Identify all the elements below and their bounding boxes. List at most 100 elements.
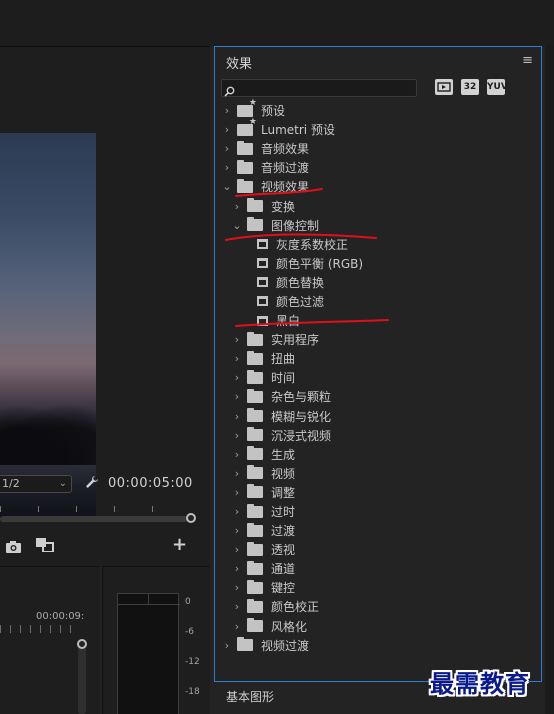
folder-icon	[247, 465, 263, 480]
folder-icon	[247, 618, 263, 633]
resolution-value: 1/2	[2, 477, 20, 490]
timeline-panel: 00:00:09:	[0, 566, 100, 714]
timeline-ruler[interactable]	[0, 625, 80, 633]
effects-tree-item[interactable]: › Lumetri 预设	[215, 117, 541, 139]
effects-panel-title[interactable]: 效果	[226, 53, 252, 72]
chevron-right-icon[interactable]: ›	[231, 352, 243, 365]
chevron-right-icon[interactable]: ›	[231, 200, 243, 213]
chevron-right-icon[interactable]: ›	[231, 543, 243, 556]
effects-tree-item[interactable]: › 键控	[215, 578, 541, 597]
effects-tree-item[interactable]: 颜色平衡 (RGB)	[215, 254, 541, 273]
panel-menu-icon[interactable]: ≡	[522, 53, 533, 68]
yuv-filter-button[interactable]: YUV	[487, 79, 508, 95]
folder-icon	[247, 408, 263, 423]
effects-tree-item[interactable]: › 预设	[215, 98, 541, 120]
effects-tree-item-label: 灰度系数校正	[276, 237, 349, 252]
effects-tree-item[interactable]: › 生成	[215, 445, 541, 464]
folder-icon	[247, 541, 263, 556]
folder-icon	[247, 598, 263, 613]
resolution-select[interactable]: 1/2 ⌄	[0, 475, 72, 493]
playhead-timecode[interactable]: 00:00:05:00	[108, 476, 193, 491]
effects-tree-item[interactable]: › 音频效果	[215, 139, 541, 158]
chevron-right-icon[interactable]: ›	[231, 390, 243, 403]
add-button-icon[interactable]: +	[172, 534, 187, 555]
chevron-down-icon[interactable]: ⌄	[221, 180, 233, 193]
effects-tree-item[interactable]: › 透视	[215, 540, 541, 559]
effects-tree-item[interactable]: › 调整	[215, 483, 541, 502]
camera-icon[interactable]	[6, 538, 21, 557]
effects-tree-item[interactable]: › 颜色校正	[215, 597, 541, 616]
monitor-controls-bar: 1/2 ⌄ 00:00:05:00	[0, 474, 210, 496]
folder-icon	[247, 388, 263, 403]
effects-tree-item-label: 颜色平衡 (RGB)	[276, 256, 364, 271]
folder-icon	[247, 217, 263, 232]
chevron-right-icon[interactable]: ›	[231, 333, 243, 346]
top-strip	[0, 0, 554, 46]
effect-icon	[257, 296, 268, 307]
chevron-right-icon[interactable]: ›	[221, 142, 233, 155]
chevron-right-icon[interactable]: ›	[231, 562, 243, 575]
effects-tree-item[interactable]: › 时间	[215, 368, 541, 387]
effects-tree-item-label: 风格化	[271, 619, 308, 634]
effects-tree-item-label: 通道	[271, 562, 296, 577]
chevron-right-icon[interactable]: ›	[231, 486, 243, 499]
effects-tree-item[interactable]: › 音频过渡	[215, 158, 541, 177]
effects-tree-item-label: Lumetri 预设	[261, 123, 335, 138]
effects-tree-item[interactable]: 灰度系数校正	[215, 235, 541, 254]
effects-tree-item[interactable]: › 视频过渡	[215, 636, 541, 655]
effects-tree-item[interactable]: › 视频	[215, 464, 541, 483]
meter-top-line	[118, 604, 180, 605]
chevron-right-icon[interactable]: ›	[231, 600, 243, 613]
chevron-right-icon[interactable]: ›	[231, 620, 243, 633]
compare-view-icon[interactable]	[36, 537, 54, 556]
effects-tree-item-label: 模糊与锐化	[271, 409, 332, 424]
effects-tree-item[interactable]: › 杂色与颗粒	[215, 387, 541, 406]
chevron-right-icon[interactable]: ›	[231, 505, 243, 518]
effects-tree-item[interactable]: › 过渡	[215, 521, 541, 540]
effects-tree-item-label: 变换	[271, 199, 296, 214]
chevron-down-icon: ⌄	[58, 478, 67, 489]
effects-tree-item[interactable]: 黑白	[215, 311, 541, 330]
effects-tree-item[interactable]: › 风格化	[215, 617, 541, 636]
wrench-icon[interactable]	[84, 474, 100, 492]
effects-tree-item[interactable]: › 模糊与锐化	[215, 407, 541, 426]
effects-tree-item[interactable]: 颜色过滤	[215, 292, 541, 311]
32bit-filter-button[interactable]: 32	[461, 79, 479, 95]
chevron-right-icon[interactable]: ›	[231, 371, 243, 384]
chevron-right-icon[interactable]: ›	[231, 429, 243, 442]
chevron-right-icon[interactable]: ›	[221, 104, 233, 117]
effects-tree-item[interactable]: 颜色替换	[215, 273, 541, 292]
effects-tree-item[interactable]: ⌄ 图像控制	[215, 216, 541, 235]
monitor-scrubber[interactable]	[0, 498, 196, 528]
chevron-right-icon[interactable]: ›	[231, 448, 243, 461]
effects-tree-item[interactable]: › 过时	[215, 502, 541, 521]
chevron-right-icon[interactable]: ›	[221, 161, 233, 174]
effects-tree-item-label: 调整	[271, 485, 296, 500]
effects-tree-item[interactable]: › 通道	[215, 559, 541, 578]
effects-tree-item-label: 音频过渡	[261, 161, 310, 176]
effects-search-input[interactable]	[221, 79, 417, 97]
chevron-right-icon[interactable]: ›	[231, 524, 243, 537]
effects-tree-item[interactable]: › 实用程序	[215, 330, 541, 349]
timeline-scrollbar[interactable]	[78, 643, 86, 714]
effects-tree-item[interactable]: ⌄ 视频效果	[215, 177, 541, 196]
timeline-scroll-handle[interactable]	[77, 639, 87, 649]
folder-icon	[237, 140, 253, 155]
chevron-right-icon[interactable]: ›	[221, 639, 233, 652]
effects-tree-item[interactable]: › 变换	[215, 196, 541, 215]
page-scrollbar[interactable]	[545, 46, 554, 714]
scrubber-handle[interactable]	[186, 513, 196, 523]
chevron-right-icon[interactable]: ›	[221, 123, 233, 136]
chevron-right-icon[interactable]: ›	[231, 410, 243, 423]
effects-tree-item[interactable]: › 沉浸式视频	[215, 426, 541, 445]
effects-tree-item-label: 过渡	[271, 524, 296, 539]
effect-icon	[257, 258, 268, 269]
scrubber-track[interactable]	[0, 516, 188, 522]
accelerated-effects-filter-icon[interactable]	[435, 79, 453, 95]
folder-icon	[247, 503, 263, 518]
effects-tree-item[interactable]: › 扭曲	[215, 349, 541, 368]
chevron-right-icon[interactable]: ›	[231, 581, 243, 594]
chevron-down-icon[interactable]: ⌄	[231, 219, 243, 232]
tree-silhouettes	[0, 405, 96, 465]
chevron-right-icon[interactable]: ›	[231, 467, 243, 480]
